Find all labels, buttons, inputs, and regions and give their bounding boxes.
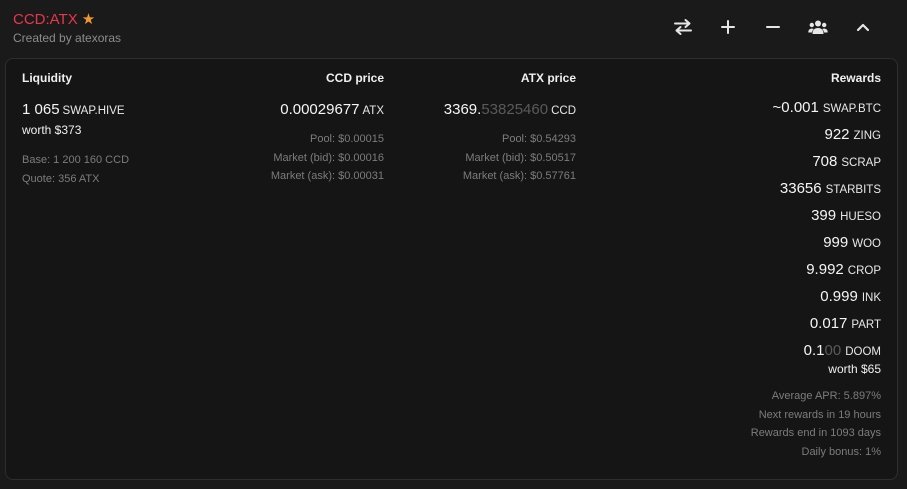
liquidity-amount: 1 065 — [22, 101, 60, 118]
swap-button[interactable] — [660, 14, 705, 40]
reward-unit: INK — [861, 292, 881, 304]
reward-item: 708 SCRAP — [641, 149, 881, 176]
reward-unit: DOOM — [845, 346, 881, 358]
chevron-up-icon — [856, 23, 869, 32]
ccd-price-value: 0.00029677 — [280, 101, 360, 118]
ccd-price-column: CCD price 0.00029677 ATX Pool: $0.00015 M… — [206, 71, 384, 186]
atx-price-details: Pool: $0.54293 Market (bid): $0.50517 Ma… — [406, 130, 576, 186]
reward-unit: CROP — [847, 265, 881, 277]
atx-price-row: 3369.53825460 CCD — [406, 101, 576, 118]
reward-unit: STARBITS — [825, 184, 881, 196]
reward-item: ~0.001 SWAP.BTC — [641, 95, 881, 122]
rewards-stats: Average APR: 5.897% Next rewards in 19 h… — [641, 387, 881, 461]
ccd-price-unit: ATX — [362, 105, 384, 117]
plus-icon — [720, 20, 735, 34]
minus-icon — [765, 26, 780, 28]
rewards-list: ~0.001 SWAP.BTC 922 ZING 708 SCRAP 33656 STA… — [641, 95, 881, 365]
liquidity-amount-row: 1 065 SWAP.HIVE — [22, 101, 129, 118]
pool-pair-title[interactable]: CCD:ATX — [13, 10, 78, 30]
swap-arrows-icon — [673, 19, 692, 35]
atx-price-header: ATX price — [520, 71, 576, 85]
atx-price-value: 3369. — [443, 101, 482, 118]
reward-item: 0.100 DOOM — [641, 338, 881, 365]
ccd-price-header: CCD price — [325, 71, 384, 85]
reward-item: 399 HUESO — [641, 203, 881, 230]
atx-price-value-faded: 53825460 — [481, 101, 549, 118]
reward-amount: 0.999 — [820, 288, 858, 305]
average-apr: Average APR: 5.897% — [771, 390, 881, 402]
reward-item: 9.992 CROP — [641, 257, 881, 284]
ccd-price-details: Pool: $0.00015 Market (bid): $0.00016 Ma… — [206, 130, 384, 186]
reward-amount: 999 — [823, 234, 849, 251]
pool-creator: Created by atexoras — [13, 31, 122, 45]
reward-amount: ~0.001 — [772, 99, 819, 116]
reward-unit: ZING — [853, 130, 881, 142]
atx-price-column: ATX price 3369.53825460 CCD Pool: $0.5429… — [406, 71, 576, 186]
liquidity-header: Liquidity — [22, 71, 72, 85]
reward-unit: WOO — [852, 238, 881, 250]
reward-amount: 0.1 — [803, 342, 825, 359]
daily-bonus: Daily bonus: 1% — [801, 445, 882, 458]
reward-item: 0.999 INK — [641, 284, 881, 311]
reward-unit: PART — [851, 319, 881, 331]
reward-item: 0.017 PART — [641, 311, 881, 338]
rewards-worth: worth $65 — [828, 362, 881, 376]
atx-market-bid: Market (bid): $0.50517 — [465, 151, 576, 164]
add-liquidity-button[interactable] — [705, 14, 750, 40]
star-icon[interactable]: ★ — [82, 10, 95, 30]
liquidity-base: Base: 1 200 160 CCD — [22, 154, 130, 166]
reward-item: 999 WOO — [641, 230, 881, 257]
atx-pool-price: Pool: $0.54293 — [501, 133, 576, 145]
reward-amount: 0.017 — [809, 315, 848, 332]
ccd-price-row: 0.00029677 ATX — [206, 101, 384, 118]
reward-amount: 9.992 — [806, 261, 844, 278]
pool-toolbar — [660, 14, 885, 40]
liquidity-unit: SWAP.HIVE — [62, 105, 125, 117]
rewards-header: Rewards — [830, 71, 881, 85]
ccd-market-ask: Market (ask): $0.00031 — [270, 170, 384, 182]
reward-amount: 399 — [811, 207, 837, 224]
atx-market-ask: Market (ask): $0.57761 — [462, 170, 576, 182]
collapse-button[interactable] — [840, 14, 885, 40]
rewards-end: Rewards end in 1093 days — [750, 427, 881, 439]
liquidity-column: Liquidity 1 065 SWAP.HIVE worth $373 Base… — [22, 71, 129, 188]
reward-unit: SWAP.BTC — [822, 103, 881, 115]
reward-item: 33656 STARBITS — [641, 176, 881, 203]
remove-liquidity-button[interactable] — [750, 14, 795, 40]
ccd-pool-price: Pool: $0.00015 — [309, 133, 384, 145]
reward-amount: 922 — [824, 126, 850, 143]
reward-amount-faded: 00 — [824, 342, 842, 359]
pool-card: Liquidity 1 065 SWAP.HIVE worth $373 Base… — [5, 58, 898, 480]
rewards-column: Rewards ~0.001 SWAP.BTC 922 ZING 708 SCRAP … — [641, 71, 881, 461]
liquidity-details: Base: 1 200 160 CCD Quote: 356 ATX — [22, 151, 129, 188]
pool-title-row: CCD:ATX ★ — [13, 10, 121, 30]
users-icon — [807, 20, 828, 34]
pool-header: CCD:ATX ★ Created by atexoras — [13, 10, 121, 45]
reward-unit: HUESO — [840, 211, 881, 223]
ccd-market-bid: Market (bid): $0.00016 — [273, 151, 384, 164]
users-button[interactable] — [795, 14, 840, 40]
reward-unit: SCRAP — [841, 157, 881, 169]
liquidity-quote: Quote: 356 ATX — [22, 172, 100, 185]
atx-price-unit: CCD — [551, 105, 576, 117]
reward-amount: 33656 — [779, 180, 822, 197]
liquidity-worth: worth $373 — [22, 123, 82, 137]
reward-amount: 708 — [812, 153, 838, 170]
reward-item: 922 ZING — [641, 122, 881, 149]
next-rewards: Next rewards in 19 hours — [758, 408, 881, 421]
